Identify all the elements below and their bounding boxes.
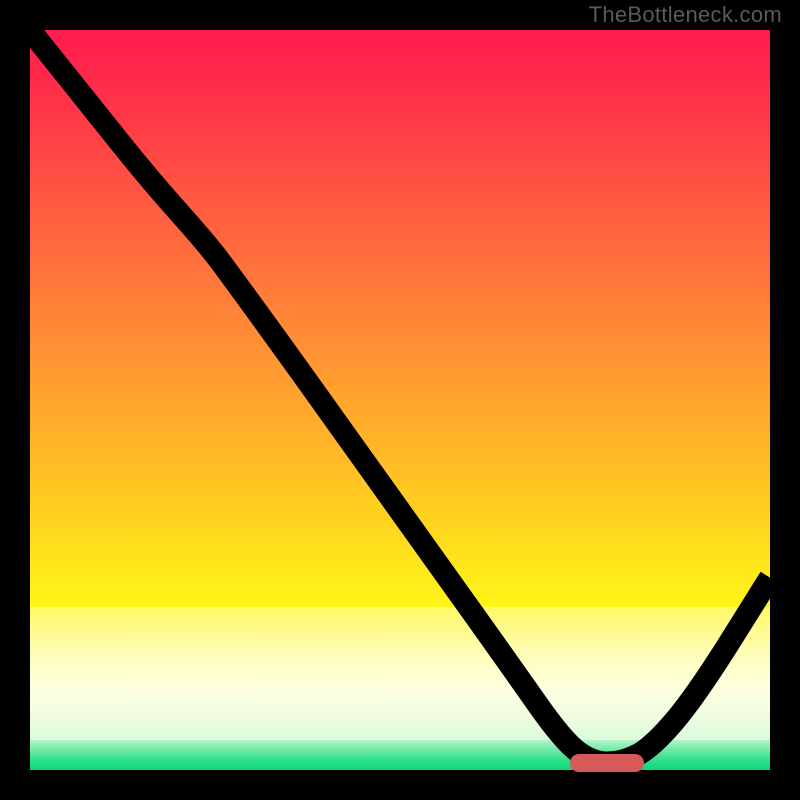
bottleneck-curve-path: [30, 30, 770, 763]
curve-layer: [30, 30, 770, 770]
bottleneck-chart: [30, 30, 770, 770]
attribution-text: TheBottleneck.com: [589, 2, 782, 28]
chart-container: TheBottleneck.com: [0, 0, 800, 800]
optimal-range-marker: [570, 754, 644, 772]
